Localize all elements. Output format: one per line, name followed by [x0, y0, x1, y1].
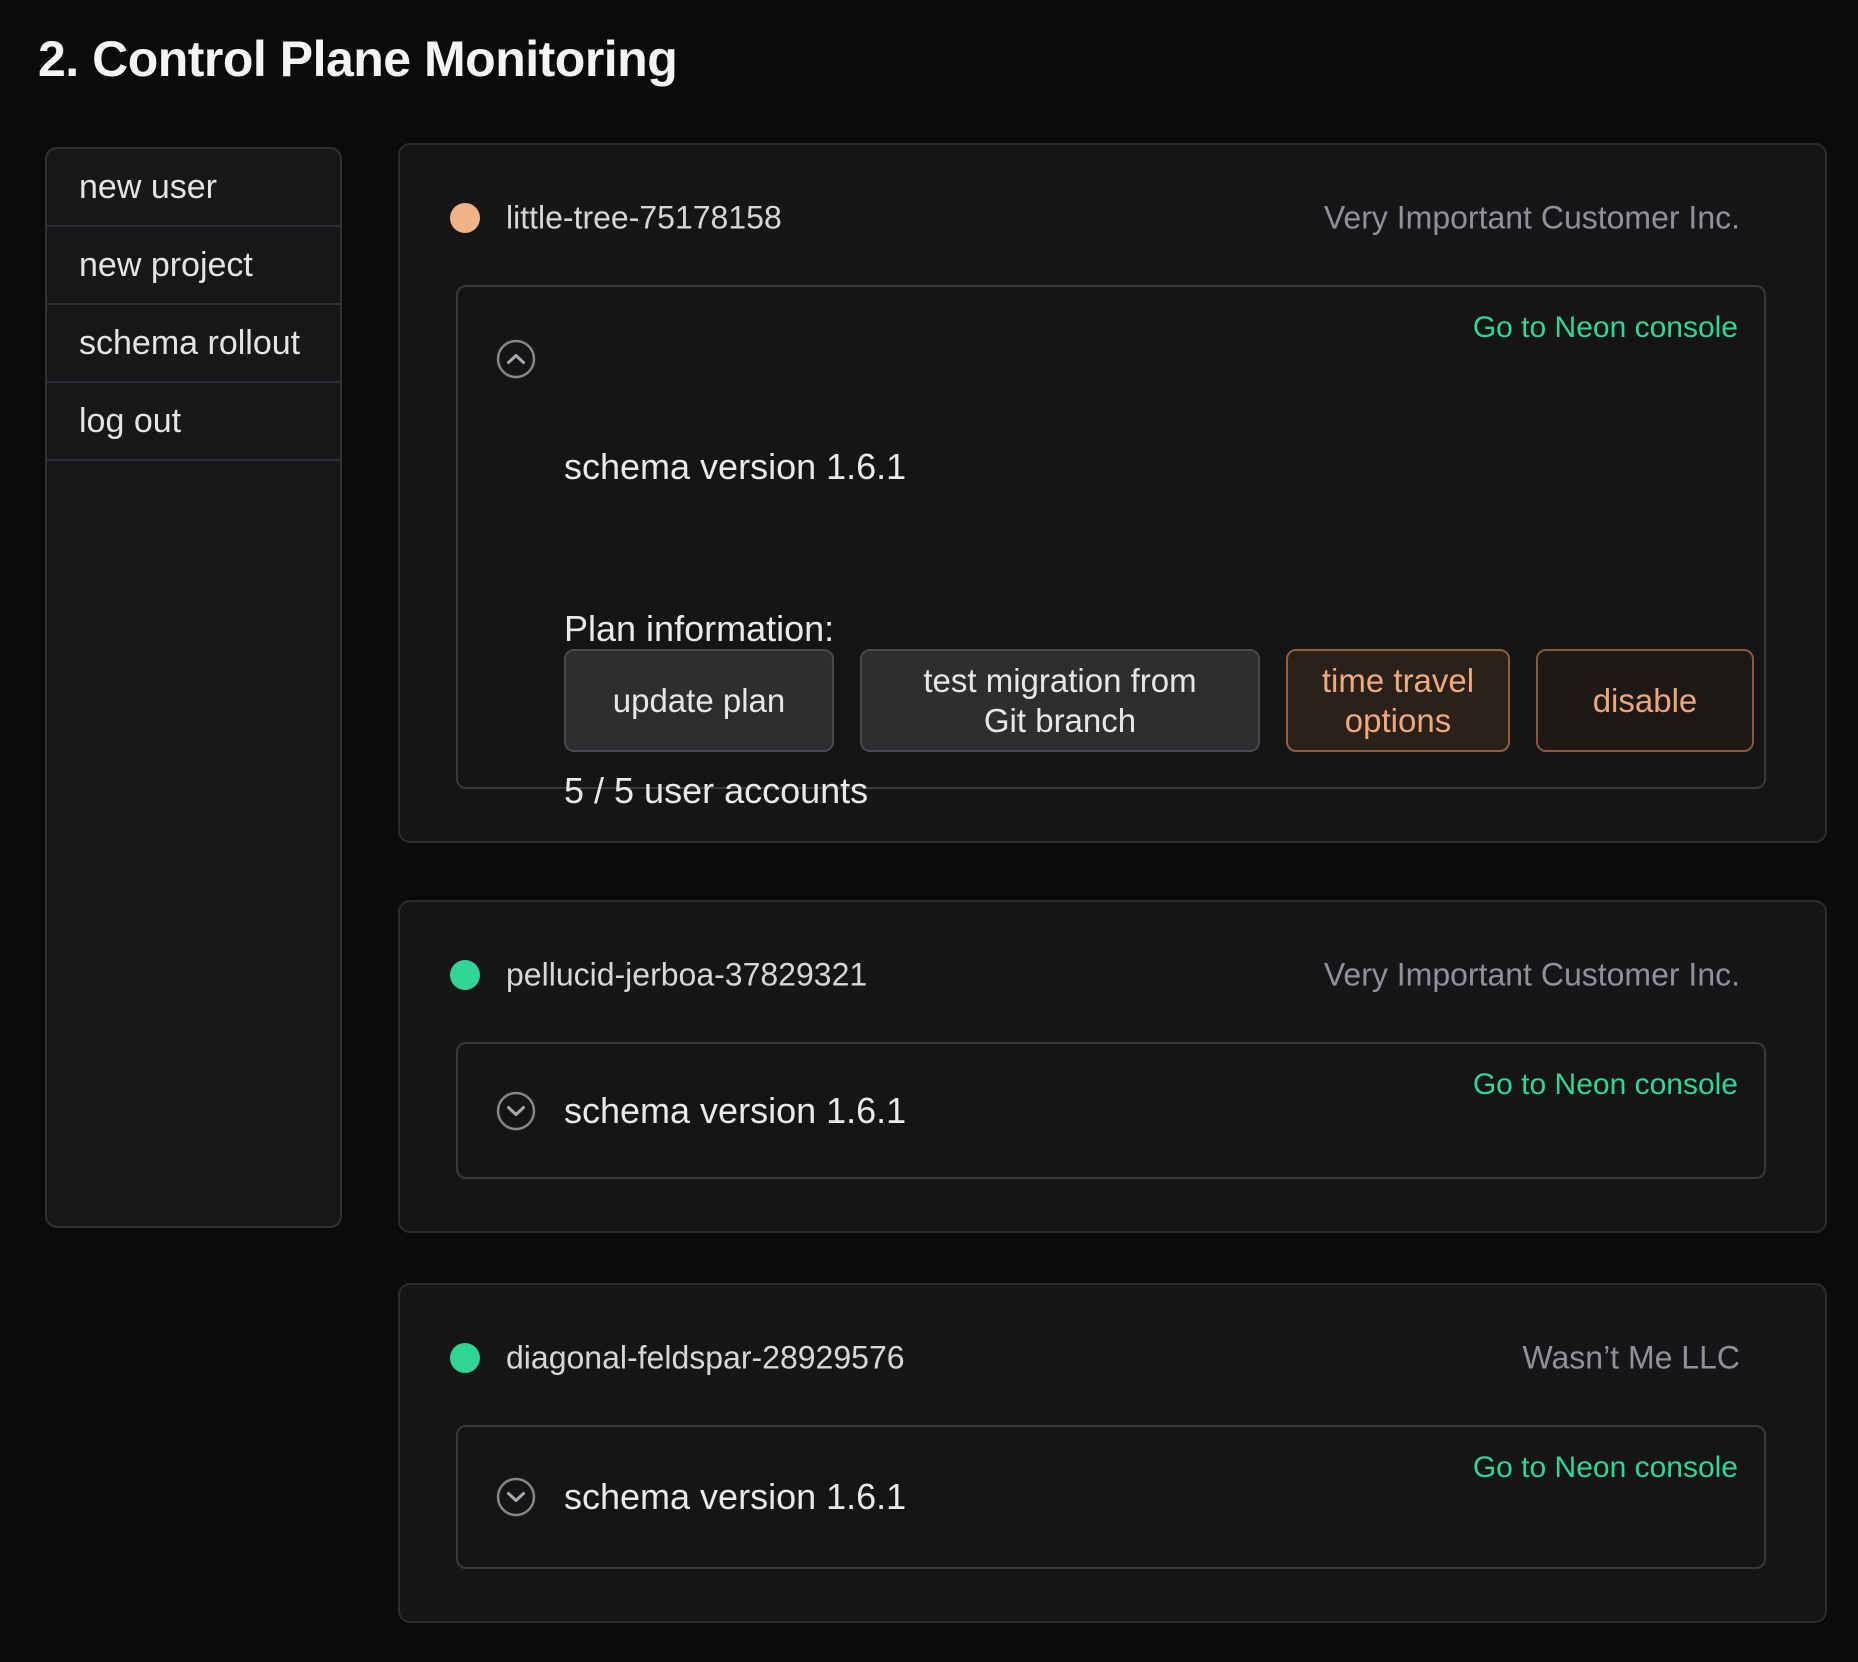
sidebar-item-log-out[interactable]: log out: [47, 383, 340, 461]
customer-name: Wasn’t Me LLC: [1522, 1340, 1740, 1377]
expand-toggle[interactable]: [496, 1477, 536, 1517]
schema-version: schema version 1.6.1: [564, 440, 1231, 494]
sidebar-item-new-user[interactable]: new user: [47, 149, 340, 227]
sidebar-item-new-project[interactable]: new project: [47, 227, 340, 305]
chevron-up-icon: [496, 339, 536, 379]
project-name: little-tree-75178158: [506, 200, 782, 237]
status-dot: [450, 1343, 480, 1373]
time-travel-options-button[interactable]: time travel options: [1286, 649, 1510, 752]
test-migration-button[interactable]: test migration from Git branch: [860, 649, 1260, 752]
schema-version: schema version 1.6.1: [564, 1476, 906, 1518]
project-details-panel: Go to Neon console schema version 1.6.1: [456, 1042, 1766, 1179]
project-name: diagonal-feldspar-28929576: [506, 1340, 905, 1377]
time-travel-label: time travel options: [1308, 661, 1488, 741]
project-details-panel: Go to Neon console schema version 1.6.1 …: [456, 285, 1766, 789]
sidebar-item-schema-rollout[interactable]: schema rollout: [47, 305, 340, 383]
card-actions: update plan test migration from Git bran…: [564, 649, 1754, 752]
collapse-toggle[interactable]: [496, 339, 536, 379]
page-title: 2. Control Plane Monitoring: [38, 30, 677, 88]
plan-usage-line: 5 / 5 user accounts: [564, 764, 1231, 818]
neon-console-link[interactable]: Go to Neon console: [1473, 1068, 1738, 1102]
project-card: little-tree-75178158 Very Important Cust…: [398, 143, 1827, 843]
sidebar: new user new project schema rollout log …: [45, 147, 342, 1228]
chevron-down-icon: [496, 1091, 536, 1131]
status-dot: [450, 960, 480, 990]
neon-console-link[interactable]: Go to Neon console: [1473, 311, 1738, 345]
customer-name: Very Important Customer Inc.: [1324, 957, 1740, 994]
project-card: diagonal-feldspar-28929576 Wasn’t Me LLC…: [398, 1283, 1827, 1623]
neon-console-link[interactable]: Go to Neon console: [1473, 1451, 1738, 1485]
schema-version: schema version 1.6.1: [564, 1090, 906, 1132]
status-dot: [450, 203, 480, 233]
test-migration-label: test migration from Git branch: [900, 661, 1220, 741]
disable-button[interactable]: disable: [1536, 649, 1754, 752]
project-name: pellucid-jerboa-37829321: [506, 957, 867, 994]
customer-name: Very Important Customer Inc.: [1324, 200, 1740, 237]
project-details-panel: Go to Neon console schema version 1.6.1: [456, 1425, 1766, 1569]
expand-toggle[interactable]: [496, 1091, 536, 1131]
update-plan-button[interactable]: update plan: [564, 649, 834, 752]
schema-row: schema version 1.6.1: [496, 1090, 906, 1132]
project-card: pellucid-jerboa-37829321 Very Important …: [398, 900, 1827, 1233]
plan-info-heading: Plan information:: [564, 602, 1231, 656]
chevron-down-icon: [496, 1477, 536, 1517]
schema-row: schema version 1.6.1: [496, 1476, 906, 1518]
